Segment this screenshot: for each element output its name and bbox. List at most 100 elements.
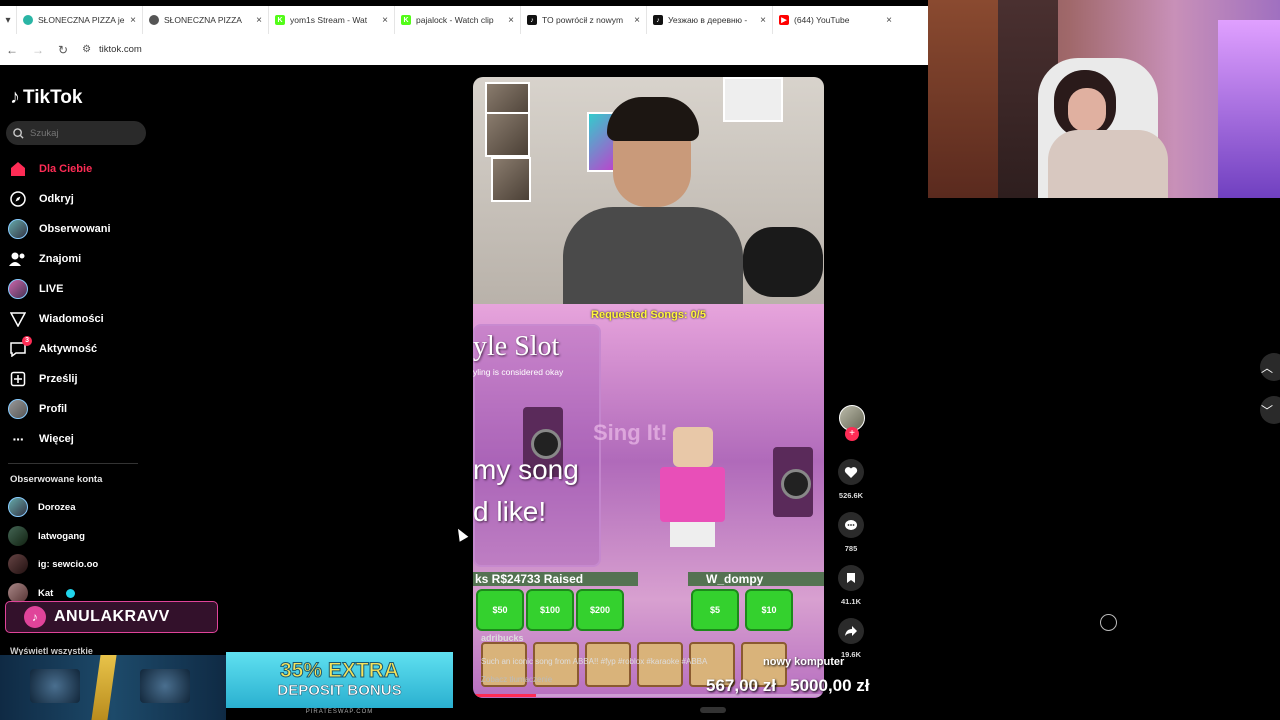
comment-action[interactable]: 785 — [836, 512, 866, 553]
close-tab-icon[interactable]: × — [886, 15, 892, 26]
tab-title: SŁONECZNA PIZZA — [164, 15, 242, 25]
share-icon — [838, 618, 864, 644]
browser-tab[interactable]: SŁONECZNA PIZZA je × — [16, 6, 142, 34]
account-name: ig: sewcio.oo — [38, 558, 99, 570]
nav-item-more[interactable]: ··· Więcej — [8, 428, 74, 450]
nav-item-profile[interactable]: Profil — [8, 398, 67, 420]
loading-spinner-icon — [1100, 614, 1117, 631]
tab-list: SŁONECZNA PIZZA je × SŁONECZNA PIZZA × Kyom1… — [16, 6, 898, 34]
back-icon[interactable]: ← — [6, 43, 18, 57]
browser-tab[interactable]: ♪ TO powrócił z nowym × — [520, 6, 646, 34]
video-person — [543, 97, 743, 307]
nav-item-upload[interactable]: Prześlij — [8, 368, 78, 390]
verified-icon — [66, 588, 76, 598]
slot-title: yle Slot — [473, 331, 560, 362]
nav-item-messages[interactable]: Wiadomości — [8, 308, 104, 330]
previous-video-button[interactable]: ︿ — [1260, 353, 1280, 381]
mouse-cursor-icon — [453, 526, 469, 542]
progress-fill — [473, 694, 537, 697]
followed-account[interactable]: ig: sewcio.oo — [8, 554, 98, 574]
close-tab-icon[interactable]: × — [634, 15, 640, 26]
promo-headline: 35% EXTRA — [279, 659, 400, 682]
nav-label: LIVE — [39, 283, 64, 295]
requested-songs-banner: Requested Songs: 0/5 — [591, 309, 706, 321]
browser-tab[interactable]: Kpajalock - Watch clip × — [394, 6, 520, 34]
close-tab-icon[interactable]: × — [508, 15, 514, 26]
site-info-icon[interactable]: ⚙ — [82, 44, 91, 55]
raised-player-name: W_dompy — [688, 572, 824, 586]
nav-label: Obserwowani — [39, 223, 111, 235]
kick-icon: K — [401, 15, 411, 25]
like-line: d like! — [473, 496, 547, 527]
close-tab-icon[interactable]: × — [760, 15, 766, 26]
globe-icon — [23, 15, 33, 25]
tiktok-icon: ♪ — [527, 15, 537, 25]
video-player[interactable]: Requested Songs: 0/5 yle Slot yling is c… — [473, 77, 824, 698]
save-count: 41.1K — [840, 597, 861, 606]
tab-title: Уезжаю в деревню - — [668, 15, 748, 25]
close-tab-icon[interactable]: × — [256, 15, 262, 26]
kick-icon: K — [275, 15, 285, 25]
followed-account[interactable]: Kat — [8, 583, 76, 603]
next-video-button[interactable]: ﹀ — [1260, 396, 1280, 424]
tab-title: SŁONECZNA PIZZA je — [38, 15, 125, 25]
streamer-name: ANULAKRAVV — [54, 608, 170, 625]
streamer-webcam — [928, 0, 1280, 198]
nav-item-activity[interactable]: 3 Aktywność — [8, 336, 97, 360]
avatar — [8, 219, 28, 239]
donate-button: $100 — [526, 589, 574, 631]
avatar — [8, 554, 28, 574]
donate-button: $50 — [476, 589, 524, 631]
close-tab-icon[interactable]: × — [130, 15, 136, 26]
divider — [8, 463, 138, 464]
follow-plus-icon[interactable]: + — [845, 427, 859, 441]
avatar — [8, 497, 28, 517]
see-translation-link[interactable]: Zobacz tłumaczenie — [481, 675, 552, 684]
search-box[interactable] — [6, 121, 146, 145]
nav-item-explore[interactable]: Odkryj — [8, 188, 74, 210]
skins-ad-image — [0, 655, 226, 720]
close-tab-icon[interactable]: × — [382, 15, 388, 26]
comment-icon — [838, 512, 864, 538]
browser-tab[interactable]: SŁONECZNA PIZZA × — [142, 6, 268, 34]
chevron-up-icon: ︿ — [1260, 360, 1273, 375]
nav-item-friends[interactable]: Znajomi — [8, 248, 81, 270]
avatar — [8, 279, 28, 299]
nav-item-for-you[interactable]: Dla Ciebie — [8, 158, 92, 180]
send-icon — [8, 309, 28, 329]
scroll-indicator — [700, 707, 726, 713]
avatar — [8, 399, 28, 419]
browser-tab[interactable]: ♪ Уезжаю в деревню - × — [646, 6, 772, 34]
tab-search-chevron-icon[interactable]: ▾ — [0, 15, 16, 26]
notification-badge: 3 — [22, 336, 32, 346]
followed-accounts-title: Obserwowane konta — [10, 474, 103, 485]
home-icon — [8, 159, 28, 179]
save-action[interactable]: 41.1K — [836, 565, 866, 606]
browser-tab[interactable]: Kyom1s Stream - Wat × — [268, 6, 394, 34]
donation-current: 567,00 zł — [706, 676, 776, 695]
nav-label: Więcej — [39, 433, 74, 445]
promo-subline: DEPOSIT BONUS — [277, 682, 402, 700]
tiktok-logo[interactable]: ♪ TikTok — [10, 86, 82, 109]
share-action[interactable]: 19.6K — [836, 618, 866, 659]
tab-title: yom1s Stream - Wat — [290, 15, 368, 25]
followed-account[interactable]: Dorozea — [8, 497, 75, 517]
my-song-text: my song d like! — [473, 449, 579, 533]
reload-icon[interactable]: ↻ — [58, 43, 68, 57]
donate-button: $5 — [691, 589, 739, 631]
promo-site: PIRATESWAP.COM — [305, 709, 374, 715]
avatar — [8, 583, 28, 603]
upload-icon — [8, 369, 28, 389]
like-action[interactable]: 526.6K — [836, 459, 866, 500]
search-input[interactable] — [30, 127, 130, 139]
compass-icon — [8, 189, 28, 209]
video-author[interactable]: adribucks — [481, 633, 524, 643]
followed-account[interactable]: latwogang — [8, 526, 85, 546]
nav-item-live[interactable]: LIVE — [8, 278, 63, 300]
forward-icon[interactable]: → — [32, 43, 44, 57]
tiktok-note-icon: ♪ — [10, 86, 20, 108]
nav-item-following[interactable]: Obserwowani — [8, 218, 111, 240]
browser-tab[interactable]: ▶ (644) YouTube × — [772, 6, 898, 34]
chevron-down-icon: ﹀ — [1260, 403, 1273, 418]
address-bar[interactable]: tiktok.com — [99, 44, 142, 55]
